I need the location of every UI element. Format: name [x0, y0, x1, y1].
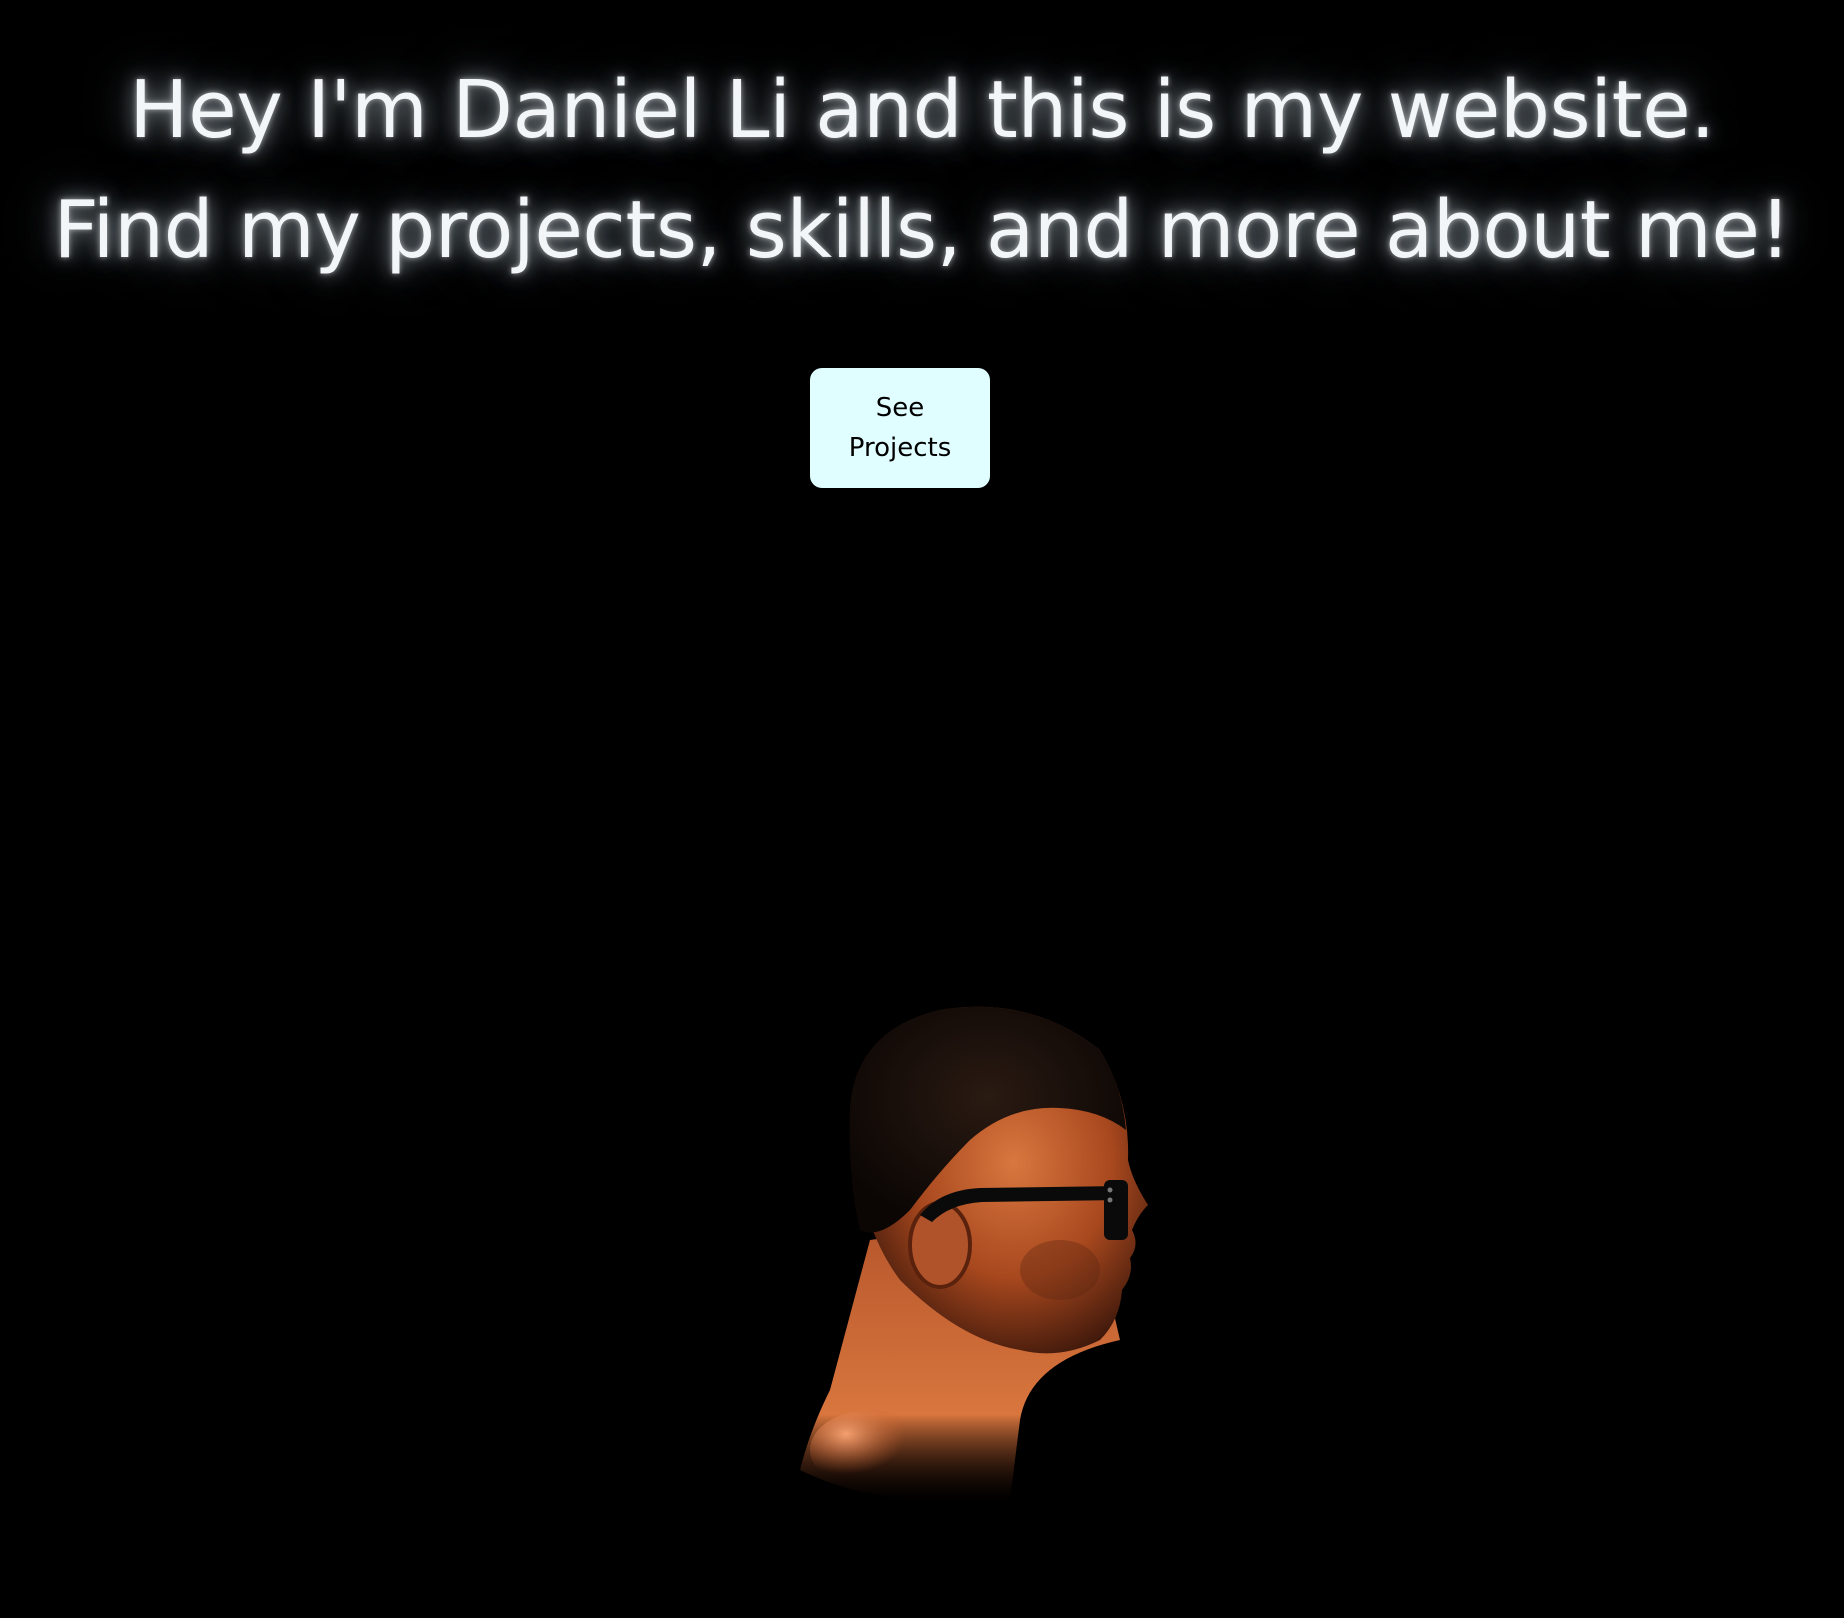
headline-line-1: Hey I'm Daniel Li and this is my website… [129, 64, 1715, 156]
hero-section: Hey I'm Daniel Li and this is my website… [0, 0, 1844, 1618]
see-projects-button[interactable]: See Projects [810, 368, 990, 488]
profile-portrait-image [760, 990, 1220, 1530]
headline-line-2: Find my projects, skills, and more about… [53, 184, 1791, 276]
hero-headline: Hey I'm Daniel Li and this is my website… [0, 50, 1844, 290]
